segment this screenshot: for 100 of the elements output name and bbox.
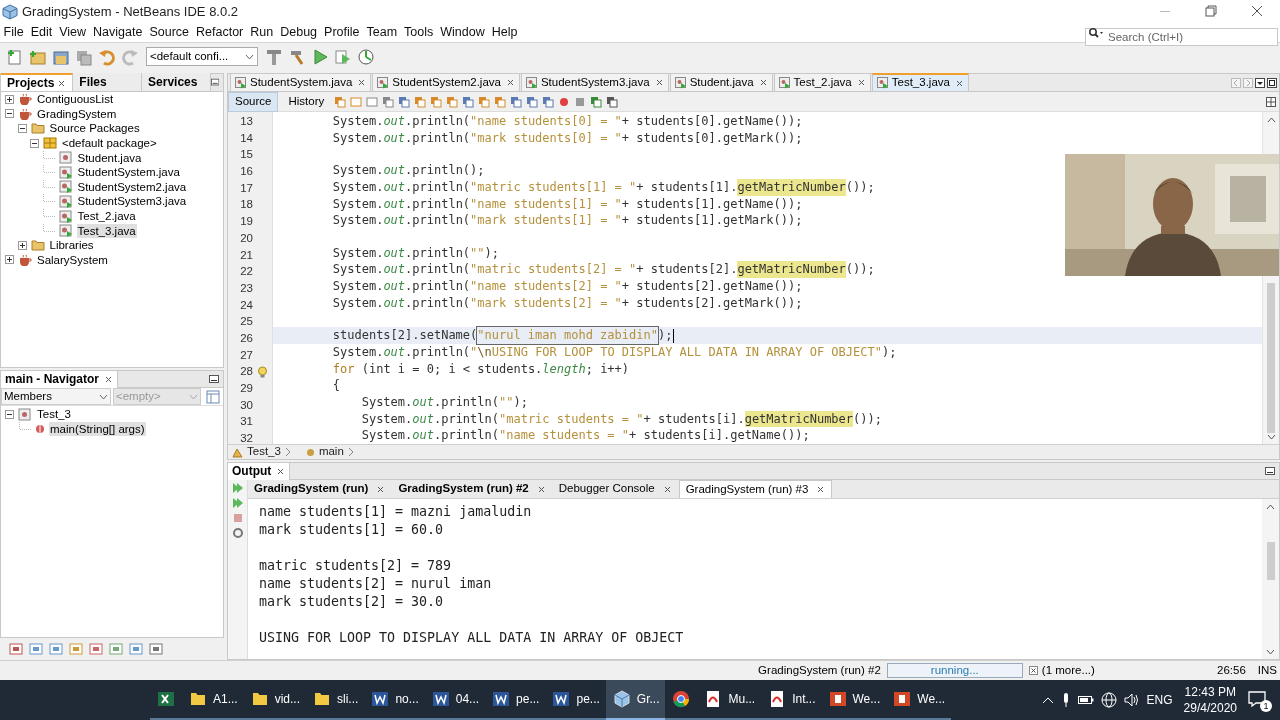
close-icon[interactable]: [57, 78, 67, 88]
minimize-icon[interactable]: [1265, 466, 1275, 476]
members-dropdown[interactable]: Members: [1, 388, 111, 405]
editor-tab[interactable]: StudentSystem3.java: [520, 73, 669, 91]
scroll-up-icon[interactable]: [1266, 504, 1275, 510]
tree-item[interactable]: Test_3.java: [76, 223, 137, 238]
battery-icon[interactable]: [1077, 695, 1094, 705]
close-icon[interactable]: [758, 78, 768, 87]
tool-icon[interactable]: [590, 95, 603, 108]
tree-item[interactable]: StudentSystem.java: [76, 165, 181, 180]
collapse-icon[interactable]: [5, 409, 14, 419]
tree-item[interactable]: ContiguousList: [36, 92, 115, 107]
tree-item[interactable]: Student.java: [76, 150, 143, 165]
search-icon[interactable]: [1088, 26, 1104, 39]
close-icon[interactable]: [505, 78, 515, 87]
console-tab[interactable]: GradingSystem (run) #3: [678, 480, 833, 498]
tree-item[interactable]: main(String[] args): [49, 421, 146, 436]
close-icon[interactable]: [816, 485, 826, 494]
menu-item[interactable]: Window: [436, 23, 489, 42]
panel-tab[interactable]: main - Navigator: [1, 370, 119, 388]
collapse-icon[interactable]: [17, 124, 27, 133]
taskbar-button[interactable]: Mu...: [697, 680, 762, 720]
undo-icon[interactable]: [98, 47, 116, 66]
close-icon[interactable]: [104, 374, 114, 384]
rerun-icon[interactable]: [231, 482, 244, 494]
tree-item[interactable]: <default package>: [61, 136, 158, 151]
scroll-down-icon[interactable]: [1266, 434, 1276, 440]
editor-tab[interactable]: Student.java: [669, 73, 773, 91]
chevron-up-icon[interactable]: [1041, 696, 1054, 704]
scrollbar-thumb[interactable]: [1267, 283, 1275, 433]
split-icon[interactable]: [1266, 96, 1276, 107]
close-icon[interactable]: [357, 78, 367, 87]
panel-tab[interactable]: Projects: [1, 73, 74, 91]
stop-icon[interactable]: [574, 95, 587, 108]
scrollbar-thumb[interactable]: [1266, 542, 1275, 580]
dropdown-icon[interactable]: [1255, 78, 1265, 88]
close-icon[interactable]: [536, 484, 546, 494]
scroll-up-icon[interactable]: [1266, 117, 1276, 123]
panel-tab[interactable]: Files: [73, 73, 143, 91]
close-icon[interactable]: [276, 466, 286, 476]
taskbar-button[interactable]: Gr...: [605, 680, 666, 720]
expand-icon[interactable]: [5, 255, 14, 265]
debug-icon[interactable]: [334, 47, 352, 66]
taskbar-button[interactable]: A1...: [182, 680, 244, 720]
view-tab[interactable]: Source: [228, 91, 279, 112]
panel-tab[interactable]: Services: [142, 73, 211, 91]
tool-icon[interactable]: [542, 95, 555, 108]
configuration-dropdown[interactable]: <default confi...: [146, 47, 258, 66]
close-icon[interactable]: [856, 78, 866, 87]
lightbulb-icon[interactable]: [257, 365, 268, 378]
expand-icon[interactable]: [5, 94, 14, 104]
taskbar-button[interactable]: pe...: [545, 680, 606, 720]
rerun-icon[interactable]: [231, 497, 244, 509]
taskbar-button[interactable]: 04...: [424, 680, 486, 720]
editor-tab[interactable]: StudentSystem.java: [230, 73, 372, 91]
tree-item[interactable]: StudentSystem2.java: [76, 179, 188, 194]
menu-item[interactable]: Run: [246, 23, 277, 42]
tool-icon[interactable]: [382, 95, 395, 108]
scroll-down-icon[interactable]: [1266, 649, 1275, 655]
menu-item[interactable]: Debug: [276, 23, 321, 42]
breadcrumb-item[interactable]: main: [318, 443, 344, 461]
tree-item[interactable]: SalarySystem: [36, 252, 109, 267]
tool-icon[interactable]: [8, 642, 24, 656]
collapse-icon[interactable]: [30, 138, 39, 148]
taskbar-button[interactable]: sli...: [306, 680, 365, 720]
hammer-icon[interactable]: [265, 47, 283, 66]
menu-item[interactable]: Refactor: [192, 23, 247, 42]
editor-tab[interactable]: Test_2.java: [773, 73, 871, 91]
tree-item[interactable]: Test_2.java: [76, 209, 137, 224]
collapse-icon[interactable]: [5, 109, 14, 119]
tool-icon[interactable]: [510, 95, 523, 108]
tool-icon[interactable]: [88, 642, 104, 656]
close-icon[interactable]: [954, 78, 964, 88]
language-indicator[interactable]: ENG: [1146, 691, 1173, 709]
editor-tab[interactable]: Test_3.java: [871, 73, 969, 91]
tool-icon[interactable]: [462, 95, 475, 108]
menu-item[interactable]: Navigate: [89, 23, 146, 42]
menu-item[interactable]: File: [0, 23, 28, 42]
tree-item[interactable]: Source Packages: [48, 121, 141, 136]
taskbar-button[interactable]: no...: [364, 680, 425, 720]
taskbar-button[interactable]: Int...: [761, 680, 822, 720]
minimize-icon[interactable]: [209, 374, 219, 384]
close-icon[interactable]: [662, 484, 672, 494]
record-icon[interactable]: [558, 95, 571, 108]
tool-icon[interactable]: [148, 642, 164, 656]
maximize-icon[interactable]: [1267, 78, 1277, 88]
expand-icon[interactable]: [17, 240, 27, 250]
new-file-icon[interactable]: [6, 47, 24, 66]
scrollbar[interactable]: [1262, 499, 1279, 659]
view-tab[interactable]: History: [282, 91, 331, 112]
taskbar-button[interactable]: pe...: [485, 680, 546, 720]
menu-item[interactable]: Edit: [27, 23, 56, 42]
editor-tab[interactable]: StudentSystem2.java: [372, 73, 520, 91]
profile-icon[interactable]: [357, 47, 375, 66]
menu-item[interactable]: Profile: [320, 23, 363, 42]
tree-item[interactable]: Libraries: [48, 238, 95, 253]
more-link[interactable]: (1 more...): [1041, 661, 1122, 680]
menu-item[interactable]: Help: [488, 23, 521, 42]
settings-icon[interactable]: [231, 527, 244, 539]
tree-item[interactable]: StudentSystem3.java: [76, 194, 188, 209]
